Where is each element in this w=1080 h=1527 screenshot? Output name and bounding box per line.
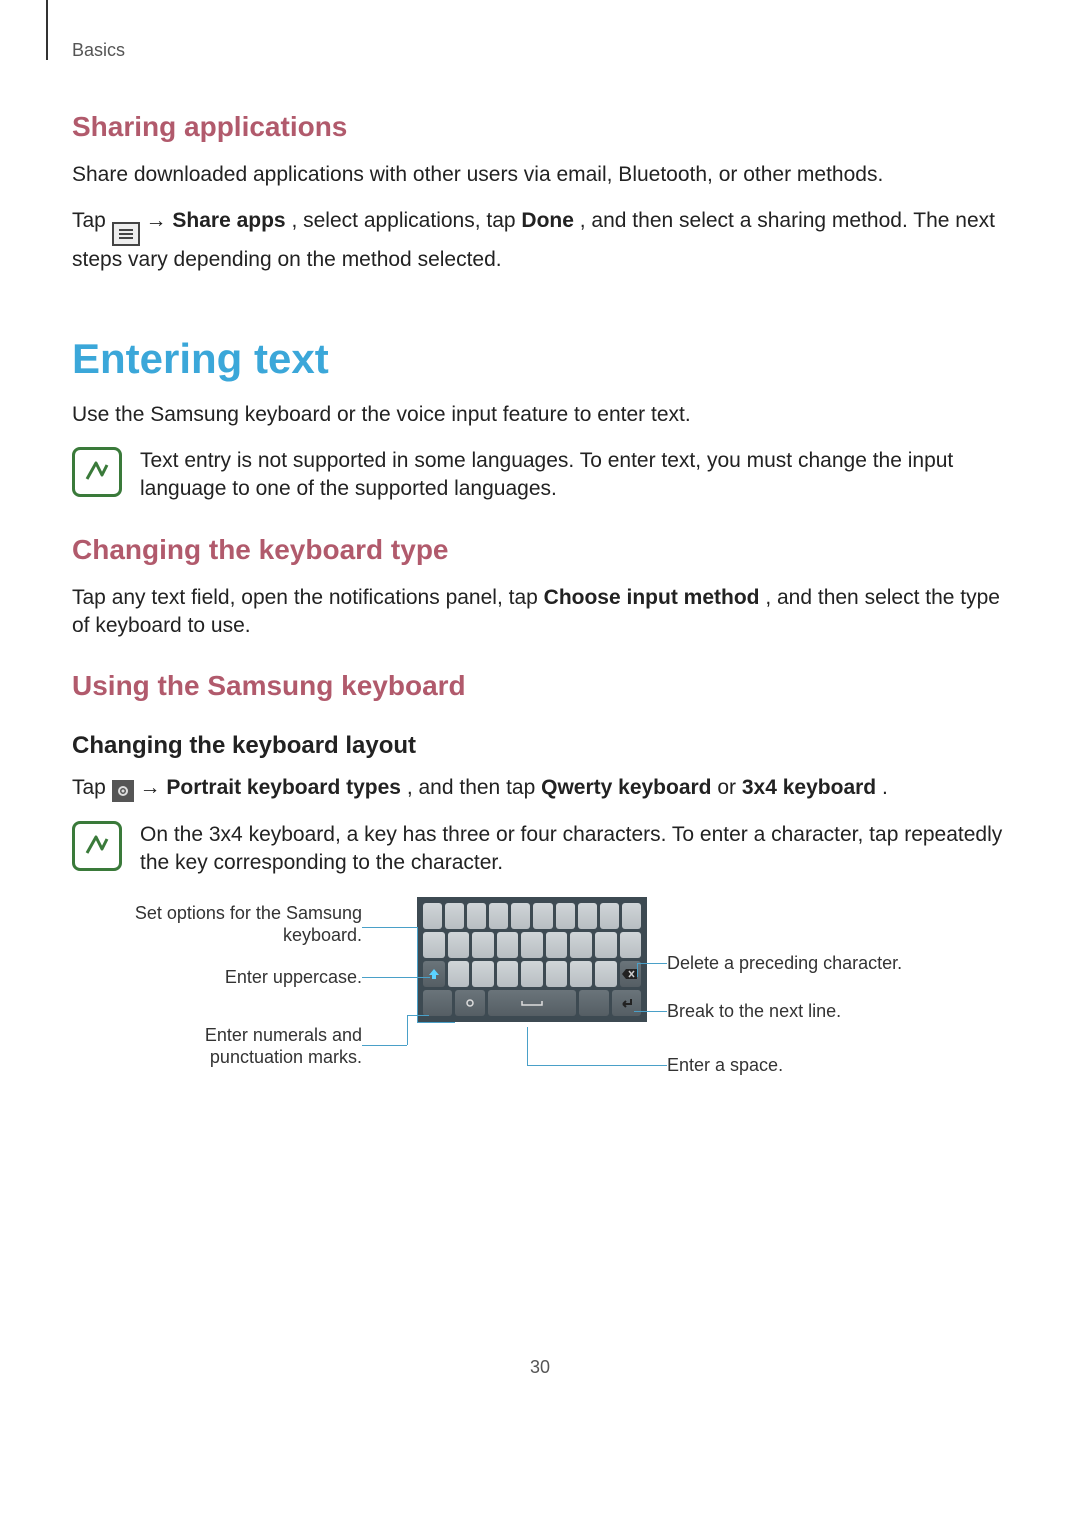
callout-uppercase: Enter uppercase. bbox=[112, 967, 362, 989]
entering-intro: Use the Samsung keyboard or the voice in… bbox=[72, 401, 1008, 429]
label-share-apps: Share apps bbox=[172, 209, 285, 232]
note-block-2: On the 3x4 keyboard, a key has three or … bbox=[72, 821, 1008, 878]
text: . bbox=[882, 776, 888, 799]
label-portrait: Portrait keyboard types bbox=[166, 776, 401, 799]
gear-icon bbox=[112, 780, 134, 802]
keyboard-diagram: Set options for the Samsung keyboard. En… bbox=[72, 897, 1008, 1137]
label-qwerty: Qwerty keyboard bbox=[541, 776, 711, 799]
sym-key bbox=[423, 990, 452, 1016]
changing-type-para: Tap any text field, open the notificatio… bbox=[72, 584, 1008, 641]
note-block: Text entry is not supported in some lang… bbox=[72, 447, 1008, 504]
heading-entering-text: Entering text bbox=[72, 335, 1008, 383]
page-number: 30 bbox=[72, 1357, 1008, 1378]
text: → bbox=[146, 209, 173, 232]
enter-key bbox=[612, 990, 641, 1016]
callout-delete: Delete a preceding character. bbox=[667, 953, 917, 975]
callout-settings: Set options for the Samsung keyboard. bbox=[112, 903, 362, 946]
text: Tap bbox=[72, 776, 112, 799]
menu-icon bbox=[112, 222, 140, 246]
note-text: On the 3x4 keyboard, a key has three or … bbox=[140, 821, 1008, 878]
heading-changing-type: Changing the keyboard type bbox=[72, 534, 1008, 566]
text: Tap any text field, open the notificatio… bbox=[72, 586, 544, 609]
callout-break: Break to the next line. bbox=[667, 1001, 917, 1023]
text: Tap bbox=[72, 209, 112, 232]
note-icon bbox=[72, 447, 122, 497]
side-rule bbox=[46, 0, 48, 60]
breadcrumb: Basics bbox=[72, 40, 1008, 61]
sharing-steps: Tap → Share apps , select applications, … bbox=[72, 207, 1008, 274]
keyboard-image bbox=[417, 897, 647, 1022]
sharing-intro: Share downloaded applications with other… bbox=[72, 161, 1008, 189]
label-3x4: 3x4 keyboard bbox=[742, 776, 876, 799]
settings-key bbox=[455, 990, 484, 1016]
text: , select applications, tap bbox=[291, 209, 521, 232]
dot-key bbox=[579, 990, 608, 1016]
shift-key bbox=[423, 961, 445, 987]
space-key bbox=[488, 990, 576, 1016]
note-icon bbox=[72, 821, 122, 871]
callout-numerals: Enter numerals and punctuation marks. bbox=[112, 1025, 362, 1068]
callout-space: Enter a space. bbox=[667, 1055, 917, 1077]
label-choose-input: Choose input method bbox=[544, 586, 760, 609]
text: → bbox=[140, 776, 167, 799]
heading-using-kb: Using the Samsung keyboard bbox=[72, 670, 1008, 702]
heading-sharing: Sharing applications bbox=[72, 111, 1008, 143]
text: or bbox=[717, 776, 742, 799]
changing-layout-para: Tap → Portrait keyboard types , and then… bbox=[72, 774, 1008, 802]
text: , and then tap bbox=[407, 776, 541, 799]
note-text: Text entry is not supported in some lang… bbox=[140, 447, 1008, 504]
label-done: Done bbox=[521, 209, 574, 232]
heading-changing-layout: Changing the keyboard layout bbox=[72, 732, 1008, 760]
